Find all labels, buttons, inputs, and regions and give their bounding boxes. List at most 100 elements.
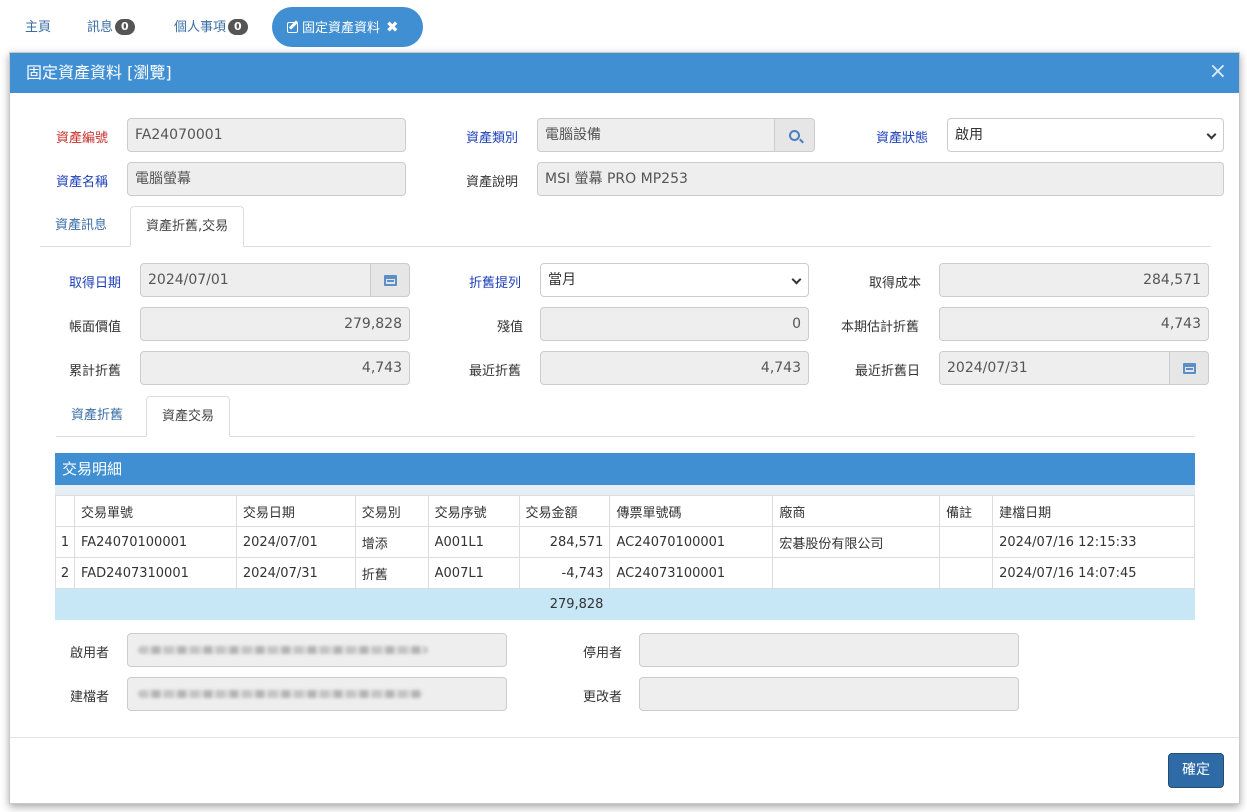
asset-status-value: 啟用 bbox=[955, 127, 983, 143]
row-number: 1 bbox=[55, 526, 75, 558]
acquire-cost-field[interactable]: 284,571 bbox=[939, 263, 1209, 297]
transactions-table: 交易單號 交易日期 交易別 交易序號 交易金額 傳票單號碼 廠商 備註 建檔日期… bbox=[55, 495, 1195, 620]
nav-tab-home[interactable]: 主頁 bbox=[25, 16, 51, 35]
asset-desc-field[interactable]: MSI 螢幕 PRO MP253 bbox=[537, 162, 1224, 196]
nav-tab-fixed-asset-label: 固定資產資料 bbox=[302, 21, 381, 36]
close-tab-icon[interactable]: ✖ bbox=[386, 18, 399, 36]
col-header bbox=[55, 495, 75, 527]
est-depr-label: 本期估計折舊 bbox=[841, 320, 920, 335]
cell-vendor: 宏碁股份有限公司 bbox=[772, 526, 941, 558]
acquire-date-label: 取得日期 bbox=[69, 276, 122, 291]
table-header-row: 交易單號 交易日期 交易別 交易序號 交易金額 傳票單號碼 廠商 備註 建檔日期 bbox=[55, 495, 1195, 527]
asset-name-label: 資產名稱 bbox=[56, 175, 109, 190]
calendar-icon bbox=[1182, 362, 1196, 374]
depr-method-value: 當月 bbox=[548, 272, 576, 288]
col-header[interactable]: 傳票單號碼 bbox=[609, 495, 774, 527]
recent-depr-label: 最近折舊 bbox=[469, 364, 522, 379]
chevron-down-icon bbox=[1206, 129, 1217, 140]
cell-txn-type: 折舊 bbox=[354, 557, 429, 589]
nav-tab-fixed-asset[interactable]: 固定資產資料 ✖ bbox=[272, 7, 423, 47]
nav-tab-personal-label: 個人事項 bbox=[174, 20, 227, 35]
nav-tab-personal[interactable]: 個人事項 0 bbox=[174, 16, 248, 35]
cell-voucher-no: AC24070100001 bbox=[609, 526, 774, 558]
messages-count-badge: 0 bbox=[115, 19, 135, 35]
recent-depr-date-field[interactable]: 2024/07/31 bbox=[939, 351, 1170, 385]
asset-name-field[interactable]: 電腦螢幕 bbox=[127, 162, 406, 196]
recent-depr-field[interactable]: 4,743 bbox=[540, 351, 809, 385]
cell-txn-no: FA24070100001 bbox=[73, 526, 237, 558]
modal-header: 固定資產資料 [瀏覽] × bbox=[10, 53, 1239, 93]
col-header[interactable]: 交易金額 bbox=[518, 495, 611, 527]
panel-title: 交易明細 bbox=[55, 453, 1195, 485]
recent-depr-date-label: 最近折舊日 bbox=[855, 364, 921, 379]
modal-close-icon[interactable]: × bbox=[1209, 53, 1227, 91]
table-total-row: 279,828 bbox=[55, 588, 1195, 620]
created-by-field[interactable] bbox=[127, 677, 507, 711]
search-icon bbox=[789, 129, 800, 141]
asset-type-search-button[interactable] bbox=[775, 118, 815, 152]
cell-vendor bbox=[772, 557, 941, 589]
redacted-text bbox=[138, 646, 428, 654]
nav-tab-messages[interactable]: 訊息 0 bbox=[87, 16, 135, 35]
enabled-by-field[interactable] bbox=[127, 633, 507, 667]
asset-no-label: 資產編號 bbox=[56, 131, 109, 146]
tab-asset-info[interactable]: 資產訊息 bbox=[40, 206, 122, 247]
col-header[interactable]: 交易序號 bbox=[427, 495, 520, 527]
table-row[interactable]: 1 FA24070100001 2024/07/01 增添 A001L1 284… bbox=[55, 526, 1195, 558]
top-nav: 主頁 訊息 0 個人事項 0 固定資產資料 ✖ bbox=[0, 0, 1247, 52]
disabled-by-field[interactable] bbox=[639, 633, 1019, 667]
col-header[interactable]: 建檔日期 bbox=[992, 495, 1195, 527]
asset-no-field[interactable]: FA24070001 bbox=[127, 118, 406, 152]
chevron-down-icon bbox=[791, 274, 802, 285]
cell-created-date: 2024/07/16 14:07:45 bbox=[992, 557, 1195, 589]
row-number: 2 bbox=[55, 557, 75, 589]
est-depr-field[interactable]: 4,743 bbox=[939, 307, 1209, 341]
asset-type-field[interactable]: 電腦設備 bbox=[537, 118, 775, 152]
created-by-label: 建檔者 bbox=[70, 690, 110, 705]
cell-note bbox=[939, 557, 994, 589]
modified-by-field[interactable] bbox=[639, 677, 1019, 711]
book-value-label: 帳面價值 bbox=[69, 320, 122, 335]
depr-method-select[interactable]: 當月 bbox=[540, 263, 809, 297]
total-spacer bbox=[609, 588, 1195, 620]
acquire-cost-label: 取得成本 bbox=[869, 276, 922, 291]
fixed-asset-modal: 固定資產資料 [瀏覽] × 資產編號 FA24070001 資產類別 電腦設備 … bbox=[9, 52, 1240, 804]
tab-asset-depreciation[interactable]: 資產折舊,交易 bbox=[130, 206, 245, 247]
personal-count-badge: 0 bbox=[228, 19, 248, 35]
col-header[interactable]: 備註 bbox=[939, 495, 994, 527]
cell-txn-date: 2024/07/01 bbox=[235, 526, 356, 558]
book-value-field[interactable]: 279,828 bbox=[140, 307, 410, 341]
accum-depr-label: 累計折舊 bbox=[69, 364, 122, 379]
acquire-date-picker[interactable] bbox=[371, 263, 410, 297]
cell-note bbox=[939, 526, 994, 558]
total-amount: 279,828 bbox=[518, 588, 611, 620]
modal-title: 固定資產資料 [瀏覽] bbox=[26, 63, 172, 82]
panel-strip bbox=[55, 485, 1195, 495]
col-header[interactable]: 交易別 bbox=[354, 495, 429, 527]
asset-status-label: 資產狀態 bbox=[876, 131, 929, 146]
subtab-transactions[interactable]: 資產交易 bbox=[146, 396, 231, 437]
cell-txn-date: 2024/07/31 bbox=[235, 557, 356, 589]
table-row[interactable]: 2 FAD2407310001 2024/07/31 折舊 A007L1 -4,… bbox=[55, 557, 1195, 589]
subtab-depreciation[interactable]: 資產折舊 bbox=[56, 396, 138, 437]
cell-txn-no: FAD2407310001 bbox=[73, 557, 237, 589]
col-header[interactable]: 交易單號 bbox=[73, 495, 237, 527]
total-spacer bbox=[55, 588, 520, 620]
cell-created-date: 2024/07/16 12:15:33 bbox=[992, 526, 1195, 558]
asset-type-label: 資產類別 bbox=[466, 131, 519, 146]
depr-method-label: 折舊提列 bbox=[469, 276, 522, 291]
ok-button[interactable]: 確定 bbox=[1168, 753, 1224, 788]
disabled-by-label: 停用者 bbox=[583, 646, 623, 661]
recent-depr-date-picker[interactable] bbox=[1170, 351, 1209, 385]
accum-depr-field[interactable]: 4,743 bbox=[140, 351, 410, 385]
acquire-date-field[interactable]: 2024/07/01 bbox=[140, 263, 371, 297]
asset-status-select[interactable]: 啟用 bbox=[947, 118, 1224, 152]
modified-by-label: 更改者 bbox=[583, 690, 623, 705]
sub-tabs: 資產折舊 資產交易 bbox=[56, 396, 1195, 437]
asset-desc-label: 資產說明 bbox=[466, 175, 519, 190]
residual-field[interactable]: 0 bbox=[540, 307, 809, 341]
col-header[interactable]: 廠商 bbox=[772, 495, 941, 527]
cell-txn-seq: A001L1 bbox=[427, 526, 520, 558]
enabled-by-label: 啟用者 bbox=[70, 646, 110, 661]
col-header[interactable]: 交易日期 bbox=[235, 495, 356, 527]
